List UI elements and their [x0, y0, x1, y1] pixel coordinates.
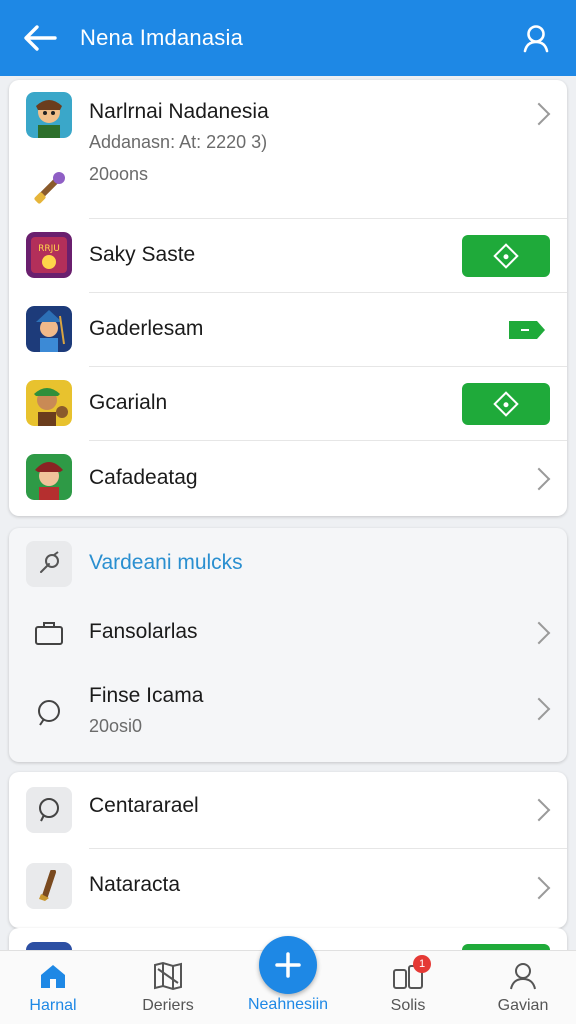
game-thumbnail-icon [26, 380, 72, 426]
games-card: Narlrnai Nadanesia Addanasn: At: 2220 3)… [9, 80, 567, 516]
settings-row-vardeani[interactable]: Vardeani mulcks [9, 528, 567, 600]
game-row-cafadeatag[interactable]: Cafadeatag [9, 441, 567, 516]
chevron-right-icon [527, 621, 551, 645]
settings-row-label: Fansolarlas [89, 620, 198, 643]
settings-row-fansolarlas[interactable]: Fansolarlas [9, 600, 567, 666]
game-row-saky-saste[interactable]: RRJU Saky Saste [9, 219, 567, 292]
chevron-right-icon [527, 467, 551, 491]
settings-row-sub: 20osi0 [89, 716, 143, 736]
nav-label: Solis [390, 997, 426, 1014]
account-card: Centararael Nataracta [9, 772, 567, 928]
game-row-label: Cafadeatag [89, 466, 198, 489]
devices-icon: 1 [391, 955, 431, 991]
play-button[interactable] [462, 235, 550, 277]
add-button[interactable] [259, 936, 317, 994]
game-thumbnail-icon [26, 454, 72, 500]
tag-icon[interactable] [507, 319, 547, 341]
featured-game-title: Narlrnai Nadanesia [89, 100, 269, 123]
person-icon [523, 25, 549, 53]
person-icon [506, 961, 540, 991]
arrow-left-icon [24, 25, 57, 51]
game-row-label: Gaderlesam [89, 317, 204, 340]
home-icon [36, 961, 70, 991]
account-row-nataracta[interactable]: Nataracta [9, 849, 567, 928]
settings-card: Vardeani mulcks Fansolarlas Finse Icama … [9, 528, 567, 762]
diamond-icon [493, 391, 519, 417]
svg-text:RRJU: RRJU [38, 244, 60, 254]
nav-label: Deriers [142, 997, 194, 1014]
chevron-right-icon [527, 102, 551, 126]
wrench-icon [26, 541, 72, 587]
nav-label: Harnal [29, 997, 77, 1014]
game-thumbnail-icon: RRJU [26, 232, 72, 278]
diamond-icon [493, 243, 519, 269]
game-row-label: Saky Saste [89, 243, 196, 266]
page-title: Nena Imdanasia [80, 25, 244, 50]
account-button[interactable] [514, 16, 558, 60]
game-row-label: Gcarialn [89, 391, 168, 414]
tool-icon [34, 172, 65, 204]
featured-game-meta: 20oons [89, 164, 149, 184]
plus-icon [275, 952, 301, 978]
brush-icon [26, 863, 72, 909]
account-row-label: Centararael [89, 794, 199, 817]
notification-badge: 1 [413, 955, 431, 973]
back-button[interactable] [18, 16, 62, 60]
settings-row-label: Vardeani mulcks [89, 551, 243, 574]
chat-bubble-icon [26, 690, 72, 736]
game-row-gcarialn[interactable]: Gcarialn [9, 367, 567, 440]
account-row-label: Nataracta [89, 873, 181, 896]
featured-game-subtitle: Addanasn: At: 2220 3) [89, 132, 268, 152]
chevron-right-icon [527, 876, 551, 900]
nav-label: Gavian [497, 997, 549, 1014]
account-row-centararael[interactable]: Centararael [9, 772, 567, 848]
nav-solis[interactable]: 1 Solis [360, 951, 456, 1024]
settings-row-finse[interactable]: Finse Icama 20osi0 [9, 666, 567, 762]
settings-row-label: Finse Icama [89, 684, 204, 707]
game-thumbnail-icon [26, 92, 72, 138]
chat-bubble-icon [26, 787, 72, 833]
chevron-right-icon [527, 798, 551, 822]
game-thumbnail-icon [26, 306, 72, 352]
chevron-right-icon [527, 697, 551, 721]
nav-label[interactable]: Neahnesiin [228, 996, 348, 1014]
featured-game-row[interactable]: Narlrnai Nadanesia Addanasn: At: 2220 3)… [9, 80, 567, 218]
app-bar: Nena Imdanasia [0, 0, 576, 76]
briefcase-icon [26, 610, 72, 656]
nav-gavian[interactable]: Gavian [475, 951, 571, 1024]
play-button[interactable] [462, 383, 550, 425]
game-row-gaderlesam[interactable]: Gaderlesam [9, 293, 567, 366]
nav-home[interactable]: Harnal [5, 951, 101, 1024]
map-icon [151, 961, 185, 991]
nav-deriers[interactable]: Deriers [120, 951, 216, 1024]
